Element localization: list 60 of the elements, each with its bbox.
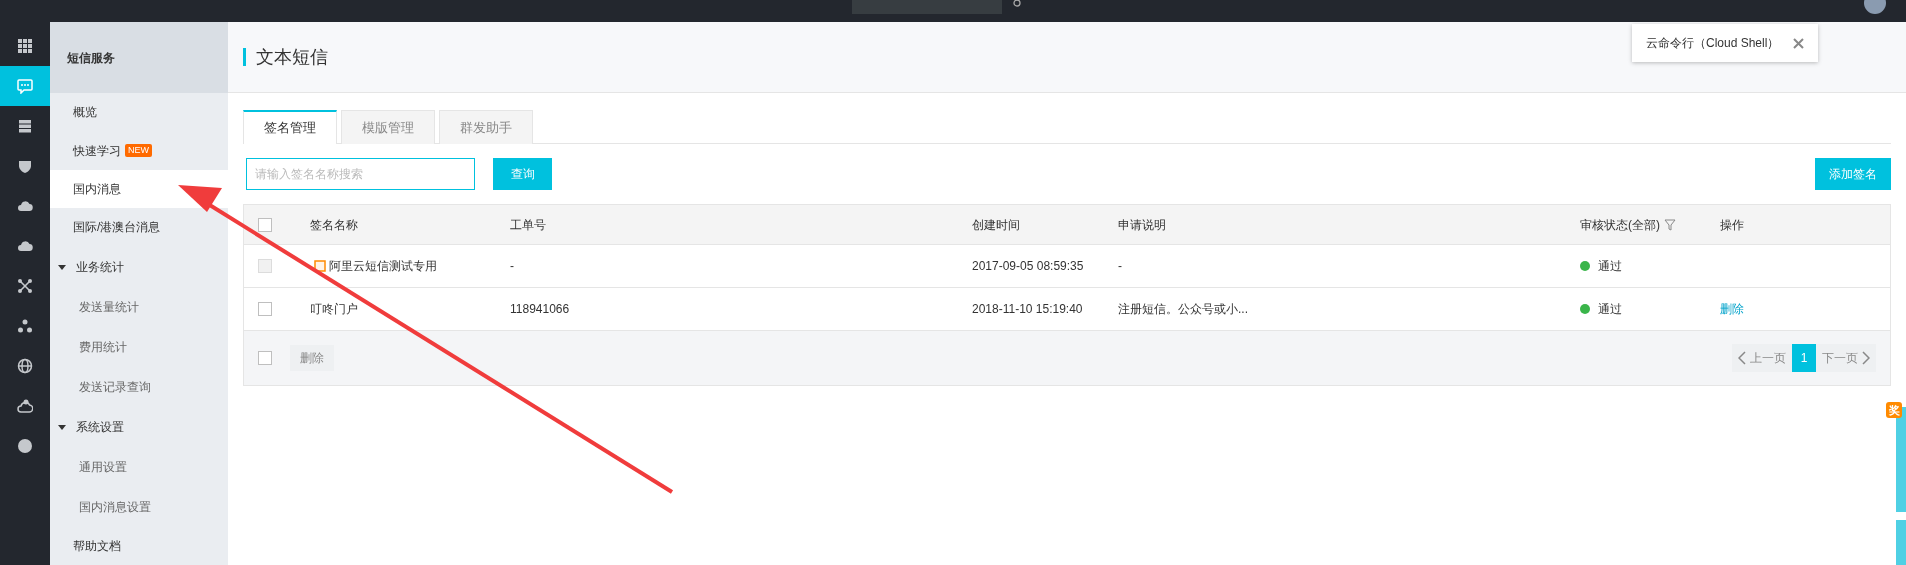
column-header: 签名名称 xyxy=(310,216,358,234)
server-icon xyxy=(17,118,33,134)
table-cell-text: 叮咚门户 xyxy=(310,301,358,318)
column-header: 工单号 xyxy=(510,216,546,234)
table-cell-text: 阿里云短信测试专用 xyxy=(329,258,437,275)
chevron-right-icon xyxy=(1862,351,1870,365)
search-field[interactable]: 请输入签名名称搜索 xyxy=(246,158,475,190)
sidebar-group[interactable]: 业务统计 xyxy=(50,246,228,287)
caret-icon xyxy=(58,422,66,431)
caret-icon xyxy=(58,262,66,271)
table-cell-text: - xyxy=(510,258,515,275)
cloud-icon xyxy=(17,398,33,414)
column-header: 审核状态(全部) xyxy=(1580,216,1660,234)
new-badge: NEW xyxy=(125,144,152,158)
column-header: 创建时间 xyxy=(972,216,1020,234)
tooltip-text: 云命令行（Cloud Shell） xyxy=(1646,35,1780,52)
column-header: 申请说明 xyxy=(1118,216,1166,234)
sidebar-item[interactable]: 国内消息 xyxy=(50,169,228,209)
table-cell-text: 118941066 xyxy=(510,301,571,318)
table-cell-text: 2018-11-10 15:19:40 xyxy=(972,301,1084,318)
filter-icon[interactable] xyxy=(1664,218,1676,231)
reward-badge: 奖 xyxy=(1886,402,1902,418)
cloud-icon xyxy=(17,238,33,254)
sidebar-group[interactable]: 系统设置 xyxy=(50,406,228,447)
tab[interactable]: 签名管理 xyxy=(243,110,337,144)
sidebar-item[interactable]: 国内消息设置 xyxy=(50,486,228,527)
checkbox[interactable] xyxy=(258,302,272,316)
sidebar-item[interactable]: 国际/港澳台消息 xyxy=(50,208,228,247)
cloud-icon xyxy=(17,198,33,214)
page-title: 文本短信 xyxy=(256,45,328,69)
sidebar-item[interactable]: 通用设置 xyxy=(50,446,228,487)
sidebar-item[interactable]: 概览 xyxy=(50,93,228,132)
chevron-left-icon xyxy=(1738,351,1746,365)
network-icon xyxy=(17,278,33,294)
grid-icon xyxy=(17,38,33,54)
close-icon[interactable] xyxy=(1793,37,1805,49)
table-cell-text: - xyxy=(1118,258,1123,275)
shield-icon xyxy=(17,158,33,174)
tab[interactable]: 群发助手 xyxy=(439,110,533,144)
sidebar-item[interactable]: 发送量统计 xyxy=(50,286,228,327)
search-icon[interactable] xyxy=(1012,0,1024,10)
circle-icon xyxy=(17,438,33,454)
chat-icon xyxy=(17,78,33,94)
nodes-icon xyxy=(17,318,33,334)
table-cell-text: 注册短信。公众号或小... xyxy=(1118,301,1249,318)
checkbox[interactable] xyxy=(258,351,272,365)
sidebar-item[interactable]: 快速学习 NEW xyxy=(50,131,228,170)
column-header: 操作 xyxy=(1720,216,1744,234)
status-text: 通过 xyxy=(1598,301,1622,318)
sidebar-title: 短信服务 xyxy=(50,22,228,93)
globe-icon xyxy=(17,358,33,374)
delete-link[interactable]: 删除 xyxy=(1720,302,1744,316)
title-accent xyxy=(243,48,246,66)
sidebar-item[interactable]: 费用统计 xyxy=(50,326,228,367)
tab[interactable]: 模版管理 xyxy=(341,110,435,144)
sidebar-item[interactable]: 帮助文档 xyxy=(50,526,228,565)
status-text: 通过 xyxy=(1598,258,1622,275)
checkbox[interactable] xyxy=(258,217,272,232)
sidebar-item[interactable]: 发送记录查询 xyxy=(50,366,228,407)
table-cell-text: 2017-09-05 08:59:35 xyxy=(972,258,1085,275)
